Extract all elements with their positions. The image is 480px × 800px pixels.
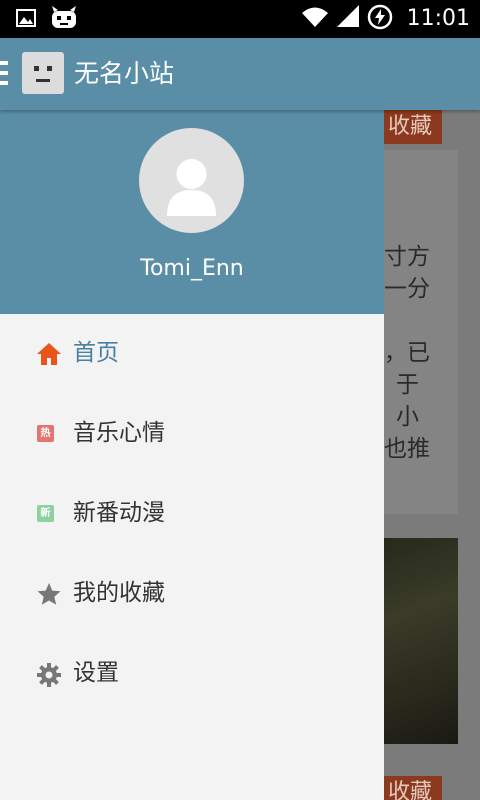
signal-icon (336, 5, 359, 33)
navigation-drawer: Tomi_Enn 首页 热 音乐心情 新 新番动漫 我的收藏 设置 (0, 110, 384, 800)
article-image[interactable] (384, 538, 458, 744)
cyanogenmod-icon (50, 6, 78, 34)
drawer-header: Tomi_Enn (0, 110, 384, 314)
drawer-menu: 首页 热 音乐心情 新 新番动漫 我的收藏 设置 (0, 314, 384, 714)
snippet-line: 寸方 (384, 244, 430, 270)
drawer-toggle-icon[interactable] (0, 61, 8, 87)
hot-badge-icon: 热 (37, 425, 54, 442)
snippet-line: 一分 (384, 276, 430, 302)
new-badge-icon: 新 (37, 505, 54, 522)
username: Tomi_Enn (140, 256, 244, 281)
wifi-icon (301, 5, 329, 33)
nav-item-label: 新番动漫 (73, 500, 165, 526)
avatar[interactable] (139, 128, 244, 233)
snippet-line: ，已 (384, 340, 430, 366)
snippet-line: 于 (396, 372, 419, 398)
app-bar: 无名小站 (0, 38, 480, 110)
home-icon (36, 342, 61, 366)
nav-item-anime[interactable]: 新 新番动漫 (0, 474, 384, 554)
app-logo[interactable] (22, 52, 64, 94)
nav-item-favorites[interactable]: 我的收藏 (0, 554, 384, 634)
nav-item-label: 设置 (73, 660, 119, 686)
snippet-line: 小 (396, 404, 419, 430)
favorite-tag: 收藏 (384, 776, 442, 800)
nav-item-settings[interactable]: 设置 (0, 634, 384, 714)
app-title: 无名小站 (74, 59, 175, 88)
gear-icon (36, 662, 61, 687)
snippet-line: 也推 (384, 436, 430, 462)
background-content: 收藏 寸方 一分 ，已 于 小 也推 收藏 (384, 110, 480, 800)
gallery-notification-icon (16, 8, 36, 32)
nav-item-label: 首页 (73, 340, 119, 366)
status-bar: 11:01 (0, 0, 480, 38)
nav-item-label: 音乐心情 (73, 420, 165, 446)
favorite-tag: 收藏 (384, 110, 442, 144)
battery-charging-icon (367, 4, 393, 34)
nav-item-home[interactable]: 首页 (0, 314, 384, 394)
nav-item-label: 我的收藏 (73, 580, 165, 606)
nav-item-music[interactable]: 热 音乐心情 (0, 394, 384, 474)
status-time: 11:01 (406, 6, 470, 31)
user-icon (167, 159, 216, 216)
star-icon (36, 582, 61, 606)
